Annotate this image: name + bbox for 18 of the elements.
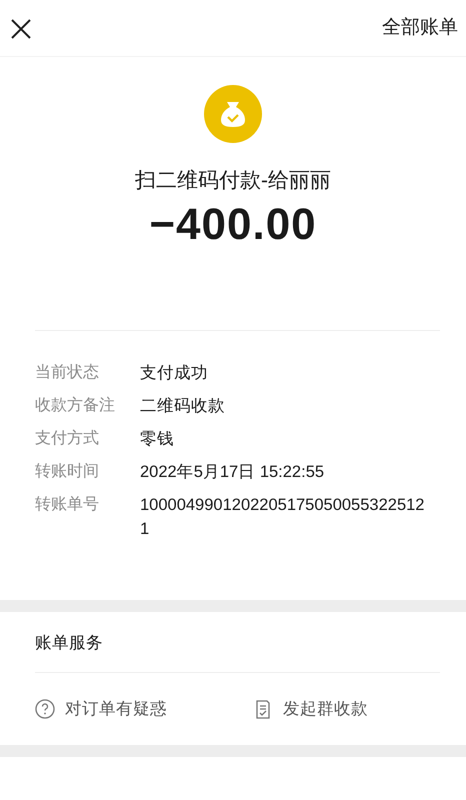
service-action[interactable]: 发起群收款 <box>253 696 368 722</box>
payment-title: 扫二维码付款-给丽丽 <box>135 168 331 194</box>
help-icon <box>35 699 55 720</box>
detail-value: 10000499012022051750500553225121 <box>140 494 426 540</box>
all-bills-link[interactable]: 全部账单 <box>382 14 458 42</box>
detail-label: 转账单号 <box>35 494 100 515</box>
detail-value: 2022年5月17日 15:22:55 <box>140 462 326 483</box>
section-title: 账单服务 <box>34 632 104 654</box>
detail-label: 支付方式 <box>35 428 100 449</box>
service-action[interactable]: 对订单有疑惑 <box>35 696 167 722</box>
payment-amount: −400.00 <box>149 200 317 249</box>
money-bag-icon <box>204 85 262 143</box>
detail-value: 支付成功 <box>140 362 209 384</box>
detail-value: 二维码收款 <box>140 396 226 417</box>
detail-value: 零钱 <box>140 428 175 450</box>
detail-label: 收款方备注 <box>35 396 116 416</box>
detail-label: 当前状态 <box>35 362 100 383</box>
detail-label: 转账时间 <box>35 462 100 482</box>
